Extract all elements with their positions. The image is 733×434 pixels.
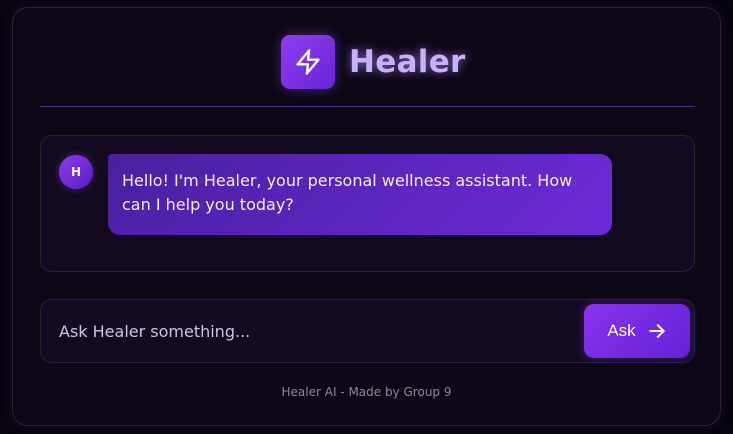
lightning-bolt-icon xyxy=(296,49,320,75)
app-title: Healer xyxy=(349,44,466,80)
assistant-message-bubble: Hello! I'm Healer, your personal wellnes… xyxy=(108,154,612,235)
app-card: Healer H Hello! I'm Healer, your persona… xyxy=(12,7,721,426)
message-input[interactable] xyxy=(49,308,589,354)
footer-credit: Healer AI - Made by Group 9 xyxy=(281,385,452,399)
header: Healer xyxy=(13,8,720,108)
logo xyxy=(281,35,335,89)
ask-button[interactable]: Ask xyxy=(584,304,690,358)
composer: Ask xyxy=(40,299,695,363)
arrow-right-icon xyxy=(649,324,665,338)
header-divider xyxy=(40,106,695,107)
chat-panel: H Hello! I'm Healer, your personal welln… xyxy=(40,135,695,272)
ask-button-label: Ask xyxy=(607,321,636,340)
assistant-avatar: H xyxy=(59,155,93,189)
